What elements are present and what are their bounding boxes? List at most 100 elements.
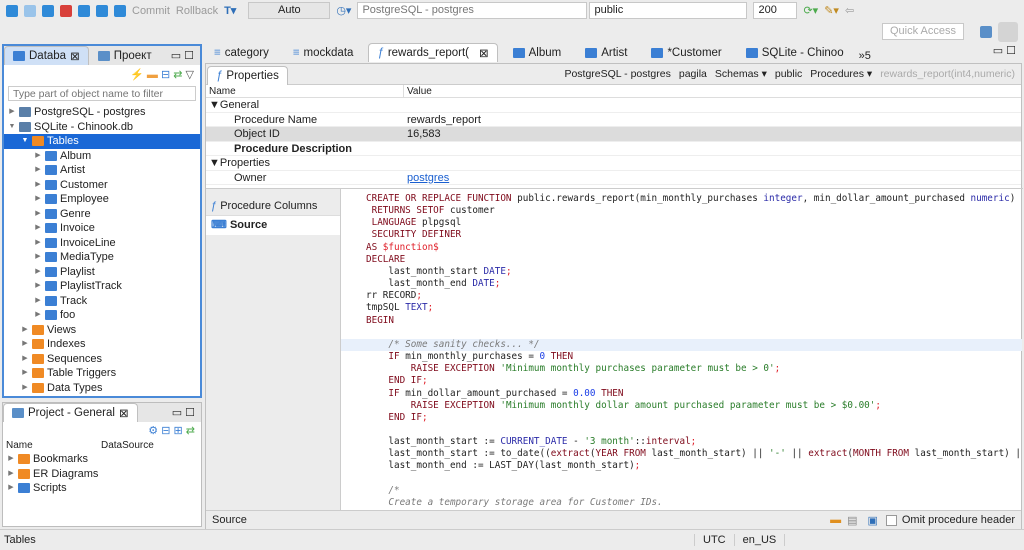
connect-icon[interactable] <box>6 4 18 17</box>
editor-tab[interactable]: ≡ mockdata <box>284 43 363 62</box>
property-row[interactable]: ▼General <box>206 98 1021 113</box>
tools-icon[interactable]: ✎▾ <box>824 4 839 17</box>
expand-toggle-icon[interactable]: ▶ <box>34 178 42 193</box>
side-tab[interactable]: ƒ Procedure Columns <box>206 197 340 216</box>
editor-tab[interactable]: Album <box>504 43 571 62</box>
new-transaction-icon[interactable] <box>114 4 126 17</box>
editor-minimize-maximize-icon[interactable]: ▭ ☐ <box>993 44 1016 57</box>
editor-tab[interactable]: SQLite - Chinoo <box>737 43 853 62</box>
tree-item[interactable]: ▼ Tables <box>4 134 200 149</box>
tree-item[interactable]: ▶ Album <box>4 149 200 164</box>
expand-toggle-icon[interactable]: ▶ <box>34 265 42 280</box>
expand-toggle-icon[interactable]: ▶ <box>34 149 42 164</box>
breadcrumb-item[interactable]: pagila <box>679 68 707 80</box>
tree-item[interactable]: ▶ PlaylistTrack <box>4 279 200 294</box>
expand-toggle-icon[interactable]: ▶ <box>34 250 42 265</box>
transaction-commit-icon[interactable] <box>96 4 108 17</box>
save-file-icon[interactable]: ▤ <box>847 514 857 527</box>
project-item[interactable]: ▶ Bookmarks <box>3 452 201 467</box>
link-icon[interactable]: ⇄ <box>186 425 195 437</box>
commit-button[interactable]: Commit <box>132 5 170 17</box>
editor-tab[interactable]: ≡ category <box>205 43 278 62</box>
collapse-icon[interactable]: ⊟ <box>161 69 170 81</box>
expand-toggle-icon[interactable]: ▶ <box>34 308 42 323</box>
console-icon[interactable]: ▣ <box>867 514 877 527</box>
schema-select[interactable]: public <box>589 2 748 19</box>
view-menu-icon[interactable]: ▽ <box>186 69 194 81</box>
quick-access-input[interactable]: Quick Access <box>882 23 964 40</box>
breadcrumb-item[interactable]: rewards_report(int4,numeric) <box>880 68 1015 80</box>
dbeaver-perspective-icon[interactable] <box>998 22 1018 42</box>
tree-item[interactable]: ▶ foo <box>4 308 200 323</box>
expand-toggle-icon[interactable]: ▼ <box>21 134 29 149</box>
result-limit-input[interactable]: 200 <box>753 2 798 19</box>
tree-item[interactable]: ▶ PostgreSQL - postgres <box>4 105 200 120</box>
expand-toggle-icon[interactable]: ▶ <box>7 452 15 467</box>
expand-toggle-icon[interactable]: ▶ <box>8 105 16 120</box>
expand-toggle-icon[interactable]: ▼ <box>8 120 16 135</box>
tab-overflow-button[interactable]: »5 <box>859 50 871 62</box>
tree-item[interactable]: ▶ Sequences <box>4 352 200 367</box>
rollback-button[interactable]: Rollback <box>176 5 218 17</box>
expand-toggle-icon[interactable]: ▶ <box>7 467 15 482</box>
expand-toggle-icon[interactable]: ▶ <box>21 352 29 367</box>
disconnect-icon[interactable] <box>24 4 36 17</box>
datasource-select[interactable]: PostgreSQL - postgres <box>357 2 588 19</box>
tree-item[interactable]: ▶ Employee <box>4 192 200 207</box>
expand-toggle-icon[interactable]: ▶ <box>34 236 42 251</box>
disconnect-all-icon[interactable] <box>60 4 72 17</box>
expand-toggle-icon[interactable]: ▶ <box>21 337 29 352</box>
reconnect-icon[interactable] <box>42 4 54 17</box>
property-row[interactable]: Procedure Name rewards_report <box>206 113 1021 127</box>
tab-properties[interactable]: ƒ Properties <box>207 65 288 85</box>
expand-toggle-icon[interactable]: ▶ <box>7 481 15 496</box>
source-code-editor[interactable]: CREATE OR REPLACE FUNCTION public.reward… <box>340 189 1022 511</box>
breadcrumb-item[interactable]: PostgreSQL - postgres <box>564 68 670 80</box>
tree-item[interactable]: ▶ Artist <box>4 163 200 178</box>
expand-toggle-icon[interactable]: ▶ <box>34 221 42 236</box>
open-perspective-icon[interactable] <box>980 26 992 38</box>
back-icon[interactable]: ⇦ <box>845 4 854 17</box>
tab-project[interactable]: Проект <box>89 46 161 65</box>
expand-toggle-icon[interactable]: ▶ <box>21 323 29 338</box>
property-value[interactable]: postgres <box>404 171 449 185</box>
breadcrumb-item[interactable]: Procedures ▾ <box>810 68 872 80</box>
expand-toggle-icon[interactable]: ▶ <box>34 207 42 222</box>
new-folder-icon[interactable]: ▬ <box>147 69 158 81</box>
tree-item[interactable]: ▶ Track <box>4 294 200 309</box>
tree-item[interactable]: ▶ Invoice <box>4 221 200 236</box>
property-row[interactable]: ▼Properties <box>206 156 1021 171</box>
project-item[interactable]: ▶ Scripts <box>3 481 201 496</box>
property-row[interactable]: Object ID 16,583 <box>206 127 1021 142</box>
project-item[interactable]: ▶ ER Diagrams <box>3 467 201 482</box>
transaction-mode-icon[interactable]: T▾ <box>224 4 236 17</box>
breadcrumb-item[interactable]: Schemas ▾ <box>715 68 767 80</box>
tree-item[interactable]: ▶ Indexes <box>4 337 200 352</box>
expand-toggle-icon[interactable]: ▶ <box>34 279 42 294</box>
editor-tab[interactable]: *Customer <box>642 43 730 62</box>
side-tab[interactable]: ⌨ Source <box>206 216 340 235</box>
editor-tab[interactable]: Artist <box>576 43 636 62</box>
tab-database-navigator[interactable]: Databa ⊠ <box>4 46 89 65</box>
tree-item[interactable]: ▶ Customer <box>4 178 200 193</box>
breadcrumb-item[interactable]: public <box>775 68 802 80</box>
expand-toggle-icon[interactable]: ▶ <box>21 366 29 381</box>
navigator-filter-input[interactable] <box>8 86 196 101</box>
tree-item[interactable]: ▼ SQLite - Chinook.db <box>4 120 200 135</box>
minimize-maximize-icon[interactable]: ▭ ☐ <box>166 406 201 422</box>
refresh-icon[interactable]: ⟳▾ <box>803 4 818 17</box>
tree-item[interactable]: ▶ Table Triggers <box>4 366 200 381</box>
open-file-icon[interactable]: ▬ <box>830 514 841 526</box>
property-row[interactable]: Owner postgres <box>206 171 1021 185</box>
tree-item[interactable]: ▶ MediaType <box>4 250 200 265</box>
tree-item[interactable]: ▶ Playlist <box>4 265 200 280</box>
transaction-icon[interactable] <box>78 4 90 17</box>
omit-header-checkbox[interactable] <box>885 514 897 526</box>
expand-toggle-icon[interactable]: ▶ <box>34 294 42 309</box>
property-row[interactable]: Procedure Description <box>206 142 1021 156</box>
new-connection-icon[interactable]: ⚡ <box>130 69 144 81</box>
link-editor-icon[interactable]: ⇄ <box>173 69 182 81</box>
expand-toggle-icon[interactable]: ▶ <box>21 381 29 396</box>
tab-project-general[interactable]: Project - General ⊠ <box>3 403 138 422</box>
minimize-maximize-icon[interactable]: ▭ ☐ <box>165 49 200 65</box>
